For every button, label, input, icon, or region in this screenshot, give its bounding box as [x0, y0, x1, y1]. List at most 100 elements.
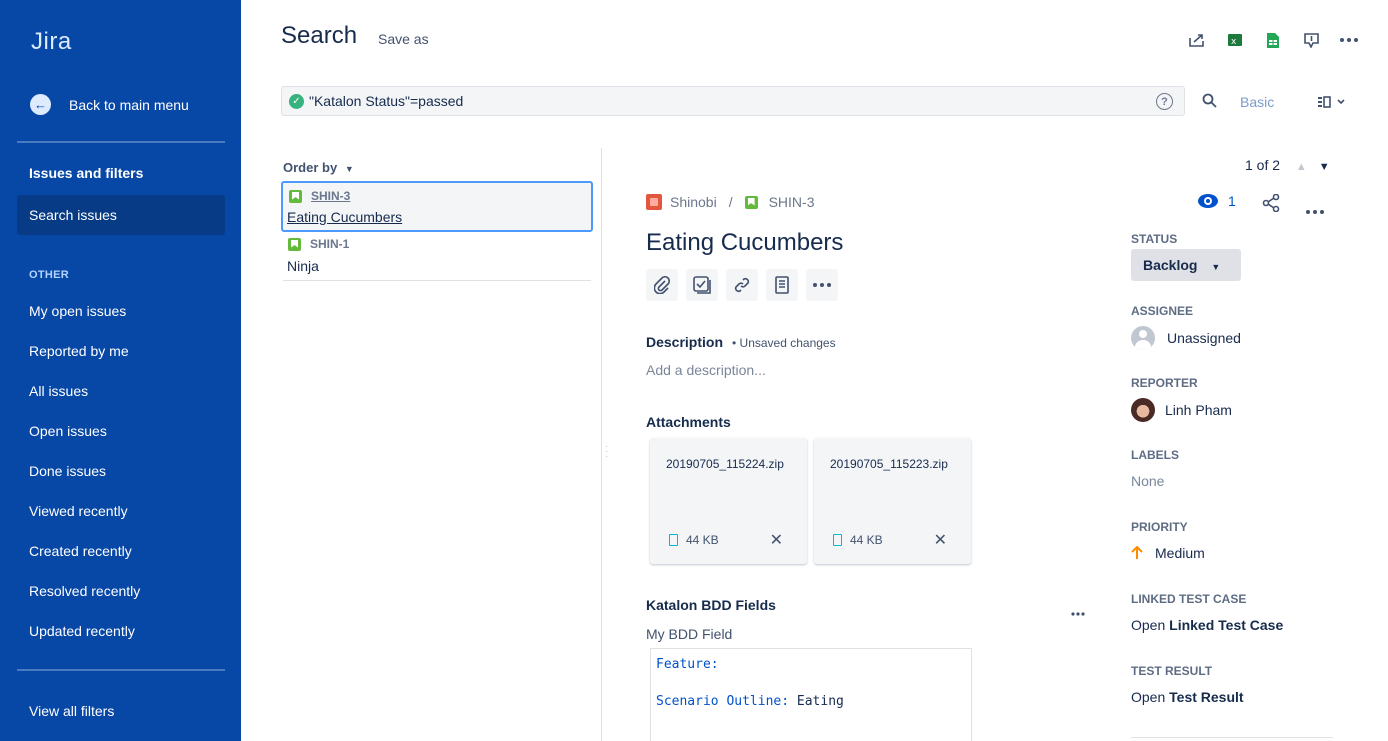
sidebar-item-updated-recently[interactable]: Updated recently [29, 623, 135, 639]
more-icon[interactable] [1330, 28, 1368, 52]
back-label: Back to main menu [69, 96, 189, 113]
sidebar-item-viewed-recently[interactable]: Viewed recently [29, 503, 128, 519]
share-icon[interactable] [1262, 193, 1280, 217]
back-to-main-menu-button[interactable]: ← Back to main menu [30, 94, 189, 115]
panel-divider[interactable] [601, 148, 602, 741]
search-icon[interactable] [1202, 93, 1217, 113]
story-icon [289, 189, 302, 203]
chevron-down-icon[interactable]: ▼ [1319, 161, 1330, 173]
attachment-card[interactable]: 20190705_115223.zip 44 KB ✕ [814, 438, 971, 564]
chevron-down-icon: ▼ [1211, 262, 1221, 272]
delete-attachment-icon[interactable]: ✕ [770, 530, 783, 550]
breadcrumb-issue-key[interactable]: SHIN-3 [769, 194, 815, 210]
more-icon[interactable] [1306, 201, 1324, 219]
issue-title[interactable]: Eating Cucumbers [646, 229, 843, 257]
breadcrumb: Shinobi / SHIN-3 [646, 194, 815, 210]
feedback-icon[interactable] [1292, 28, 1330, 52]
sidebar-item-created-recently[interactable]: Created recently [29, 543, 132, 559]
bdd-field-label: My BDD Field [646, 626, 733, 642]
jql-search-input[interactable]: ✓ "Katalon Status"=passed ? [281, 86, 1185, 116]
avatar [1131, 398, 1155, 422]
jql-query-text: "Katalon Status"=passed [309, 93, 464, 109]
sidebar-item-reported-by-me[interactable]: Reported by me [29, 343, 129, 359]
save-as-button[interactable]: Save as [378, 31, 429, 47]
link-issue-button[interactable] [726, 269, 758, 301]
sidebar: Jira ← Back to main menu Issues and filt… [0, 0, 241, 741]
order-by-label: Order by [283, 160, 338, 175]
breadcrumb-separator: / [728, 194, 733, 210]
delete-attachment-icon[interactable]: ✕ [934, 530, 947, 550]
jira-logo[interactable]: Jira [31, 28, 72, 56]
priority-value: Medium [1155, 545, 1205, 561]
layout-switcher-icon[interactable] [1317, 95, 1347, 113]
test-result-link[interactable]: Open Test Result [1131, 689, 1244, 705]
sheets-export-icon[interactable] [1254, 28, 1292, 52]
sidebar-item-resolved-recently[interactable]: Resolved recently [29, 583, 140, 599]
view-all-filters-link[interactable]: View all filters [29, 703, 114, 719]
issue-key[interactable]: SHIN-3 [311, 189, 350, 203]
watchers-button[interactable]: 1 [1197, 193, 1236, 209]
divider [1131, 737, 1333, 738]
attachment-card[interactable]: 20190705_115224.zip 44 KB ✕ [650, 438, 807, 564]
linked-test-case-value: Linked Test Case [1169, 617, 1284, 633]
create-subtask-button[interactable] [686, 269, 718, 301]
checkbox-icon [693, 276, 711, 294]
open-prefix: Open [1131, 689, 1166, 705]
list-item[interactable]: SHIN-3 Eating Cucumbers [281, 181, 593, 232]
avatar [1131, 326, 1155, 350]
svg-text:x: x [1231, 37, 1237, 47]
open-prefix: Open [1131, 617, 1166, 633]
linked-test-case-label: LINKED TEST CASE [1131, 592, 1247, 606]
issue-summary[interactable]: Eating Cucumbers [287, 209, 402, 225]
more-actions-button[interactable] [806, 269, 838, 301]
list-item[interactable]: SHIN-1 Ninja [283, 232, 591, 281]
priority-field[interactable]: Medium [1131, 545, 1205, 561]
status-dropdown[interactable]: Backlog ▼ [1131, 249, 1241, 281]
sidebar-item-done-issues[interactable]: Done issues [29, 463, 106, 479]
excel-export-icon[interactable]: x [1216, 28, 1254, 52]
attachment-name: 20190705_115223.zip [830, 457, 948, 471]
attachment-size: 44 KB [686, 533, 719, 547]
sidebar-item-open-issues[interactable]: Open issues [29, 423, 107, 439]
pager-text: 1 of 2 [1245, 157, 1281, 173]
order-by-dropdown[interactable]: Order by ▼ [283, 160, 354, 175]
attachments-heading: Attachments [646, 414, 731, 430]
assignee-value: Unassigned [1167, 330, 1241, 346]
chevron-down-icon: ▼ [344, 164, 354, 174]
confluence-page-button[interactable] [766, 269, 798, 301]
description-field[interactable]: Add a description... [646, 362, 766, 378]
file-icon [833, 534, 842, 546]
sidebar-item-my-open-issues[interactable]: My open issues [29, 303, 126, 319]
bdd-feature-keyword: Feature: [656, 657, 719, 672]
priority-medium-icon [1131, 546, 1143, 559]
reporter-value: Linh Pham [1165, 402, 1232, 418]
attach-button[interactable] [646, 269, 678, 301]
more-icon[interactable] [1071, 603, 1085, 621]
linked-test-case-link[interactable]: Open Linked Test Case [1131, 617, 1283, 633]
share-icon[interactable] [1178, 28, 1216, 52]
more-icon [813, 283, 831, 287]
section-title: Issues and filters [29, 165, 144, 181]
story-icon [288, 237, 301, 251]
bdd-code-editor[interactable]: Feature: Scenario Outline: Eating [650, 648, 972, 741]
breadcrumb-project[interactable]: Shinobi [670, 194, 717, 210]
assignee-field[interactable]: Unassigned [1131, 326, 1241, 350]
watchers-count: 1 [1228, 193, 1236, 209]
labels-label: LABELS [1131, 448, 1179, 462]
sidebar-item-search-issues[interactable]: Search issues [17, 195, 225, 235]
reporter-field[interactable]: Linh Pham [1131, 398, 1232, 422]
basic-search-toggle[interactable]: Basic [1240, 94, 1274, 110]
drag-handle-icon[interactable]: · · · [605, 442, 608, 462]
status-value: Backlog [1143, 257, 1198, 273]
sidebar-item-all-issues[interactable]: All issues [29, 383, 88, 399]
help-icon[interactable]: ? [1156, 93, 1173, 110]
paperclip-icon [654, 276, 670, 294]
unsaved-changes-badge[interactable]: • Unsaved changes [732, 336, 836, 350]
reporter-label: REPORTER [1131, 376, 1198, 390]
attachment-size: 44 KB [850, 533, 883, 547]
issue-key[interactable]: SHIN-1 [310, 237, 349, 251]
chevron-up-icon[interactable]: ▲ [1296, 161, 1307, 173]
issue-summary[interactable]: Ninja [287, 258, 319, 274]
labels-field[interactable]: None [1131, 473, 1164, 489]
other-section-label: OTHER [29, 269, 69, 281]
